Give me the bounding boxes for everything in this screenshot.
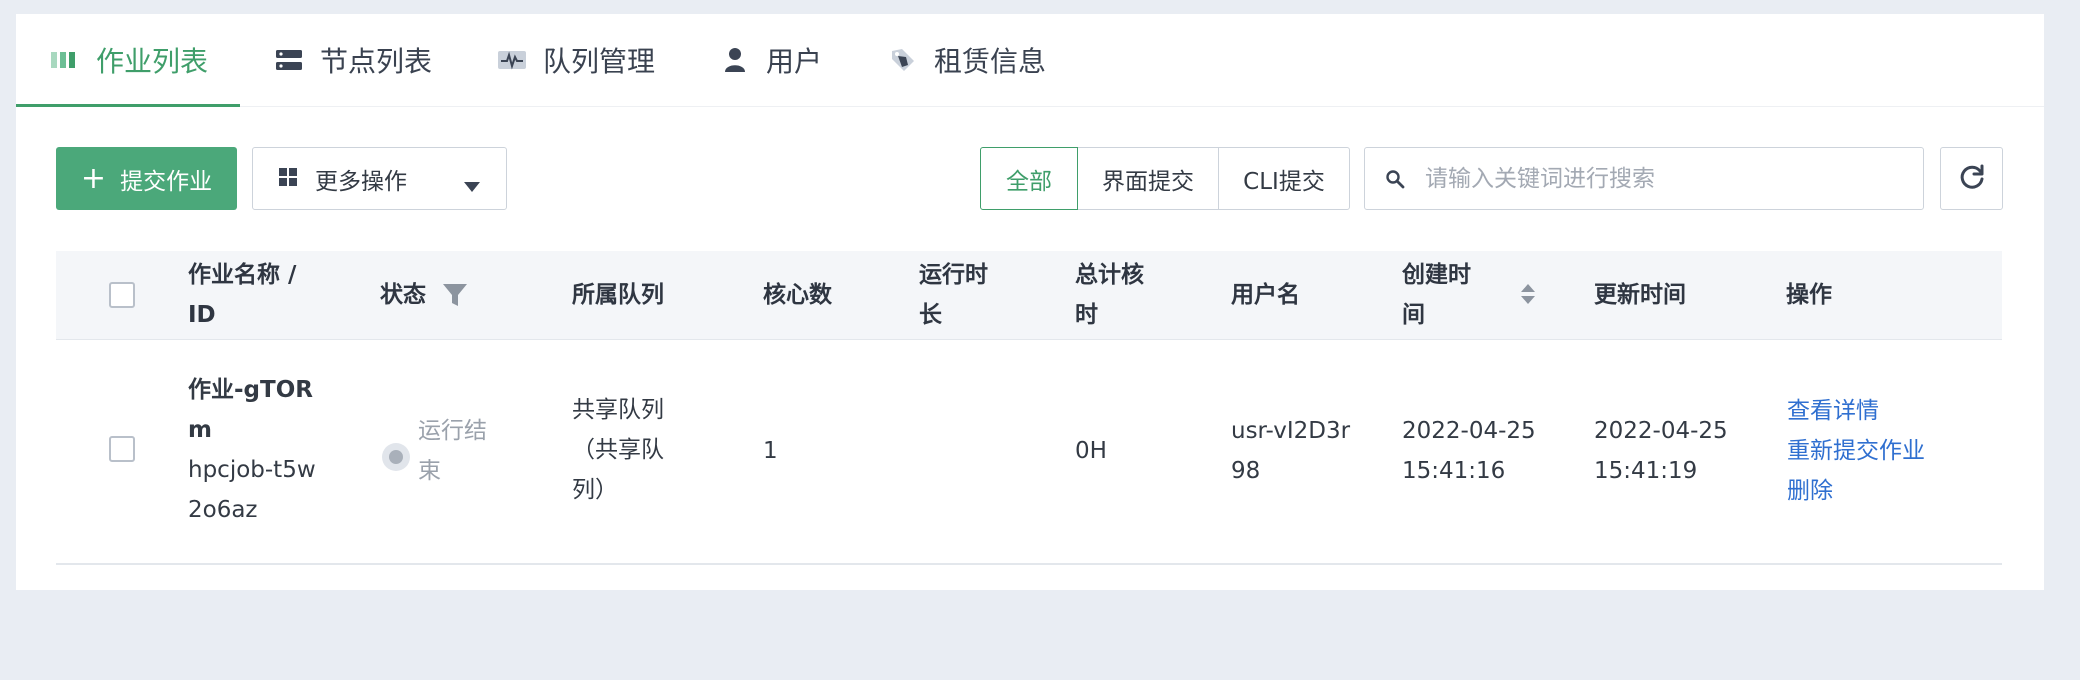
tab-label: 节点列表: [320, 45, 433, 78]
queue-cell: 共享队列（共享队列）: [572, 397, 664, 503]
active-tab-indicator: [16, 104, 240, 107]
search-icon: [1385, 169, 1405, 189]
refresh-icon: [1958, 163, 1986, 195]
tab-lease-info[interactable]: 租赁信息: [888, 14, 1046, 106]
main-panel: 作业列表 节点列表 队列管理 用户 租赁信息 + 提交作业 更多操作 全部 界面…: [16, 14, 2044, 590]
filter-label: 界面提交: [1102, 168, 1194, 195]
filter-cli-submit[interactable]: CLI提交: [1218, 147, 1350, 210]
column-header-created[interactable]: 创建时间: [1402, 251, 1484, 339]
column-header-label: 作业名称 / ID: [188, 262, 297, 328]
tab-queue-management[interactable]: 队列管理: [497, 14, 655, 106]
column-header-core-hours: 总计核时: [1075, 251, 1157, 339]
column-header-name: 作业名称 / ID: [188, 251, 308, 339]
tab-node-list[interactable]: 节点列表: [274, 14, 432, 106]
caret-down-icon: [464, 172, 480, 198]
search-box: [1364, 147, 1924, 210]
tab-job-list[interactable]: 作业列表: [50, 14, 208, 106]
updated-time-cell: 2022-04-25 15:41:19: [1594, 418, 1728, 484]
tab-label: 用户: [766, 45, 823, 78]
column-header-user: 用户名: [1231, 251, 1300, 339]
user-icon: [720, 45, 750, 75]
select-all-checkbox[interactable]: [109, 282, 135, 308]
tab-label: 作业列表: [96, 45, 209, 78]
grid-icon: [279, 166, 297, 192]
filter-all[interactable]: 全部: [980, 147, 1078, 210]
status-text: 运行结束: [418, 418, 487, 484]
tab-label: 队列管理: [543, 45, 656, 78]
column-header-label: 运行时长: [919, 262, 988, 328]
column-header-label: 更新时间: [1594, 282, 1686, 308]
column-header-label: 操作: [1786, 282, 1832, 308]
resubmit-job-link[interactable]: 重新提交作业: [1787, 431, 1987, 471]
filter-ui-submit[interactable]: 界面提交: [1077, 147, 1219, 210]
bar-columns-icon: [50, 45, 80, 75]
row-checkbox[interactable]: [109, 436, 135, 462]
tab-bar: 作业列表 节点列表 队列管理 用户 租赁信息: [16, 14, 2044, 107]
server-icon: [274, 45, 304, 75]
column-header-label: 用户名: [1231, 282, 1300, 308]
username-cell: usr-vI2D3r98: [1231, 418, 1351, 484]
filter-icon[interactable]: [442, 283, 468, 307]
column-header-queue: 所属队列: [572, 251, 664, 339]
tab-label: 租赁信息: [934, 45, 1047, 78]
tag-icon: [888, 45, 918, 75]
column-header-label: 总计核时: [1075, 262, 1144, 328]
delete-link[interactable]: 删除: [1787, 471, 1987, 511]
sort-icon[interactable]: [1520, 282, 1536, 310]
cores-cell: 1: [763, 438, 778, 464]
more-actions-dropdown[interactable]: 更多操作: [252, 147, 507, 210]
job-name[interactable]: 作业-gTORm: [188, 370, 316, 450]
search-input[interactable]: [1423, 164, 1907, 193]
column-header-label: 所属队列: [572, 282, 664, 308]
submit-job-label: 提交作业: [120, 168, 213, 195]
activity-monitor-icon: [497, 45, 527, 75]
job-id: hpcjob-t5w2o6az: [188, 457, 316, 523]
submit-source-filter: 全部 界面提交 CLI提交: [980, 147, 1350, 210]
job-name-cell: 作业-gTORm hpcjob-t5w2o6az: [188, 370, 316, 530]
column-header-label: 创建时间: [1402, 262, 1471, 328]
status-indicator-icon: [382, 443, 410, 471]
column-header-label: 核心数: [763, 282, 832, 308]
view-details-link[interactable]: 查看详情: [1787, 391, 1987, 431]
table-header: 作业名称 / ID 状态 所属队列 核心数 运行时长 总计核时 用户名 创建时间: [56, 251, 2002, 340]
filter-label: 全部: [1006, 168, 1052, 195]
column-header-label: 状态: [380, 282, 426, 308]
actions-cell: 查看详情 重新提交作业 删除: [1787, 391, 1987, 511]
column-header-runtime: 运行时长: [919, 251, 1001, 339]
created-time-cell: 2022-04-25 15:41:16: [1402, 418, 1536, 484]
plus-icon: +: [80, 160, 107, 196]
column-header-status: 状态: [380, 251, 468, 339]
column-header-actions: 操作: [1786, 251, 1832, 339]
more-actions-label: 更多操作: [315, 168, 407, 195]
refresh-button[interactable]: [1940, 147, 2003, 210]
filter-label: CLI提交: [1243, 168, 1325, 195]
table-row: 作业-gTORm hpcjob-t5w2o6az 运行结束 共享队列（共享队列）…: [56, 340, 2002, 565]
core-hours-cell: 0H: [1075, 438, 1107, 464]
tab-users[interactable]: 用户: [720, 14, 822, 106]
column-header-updated: 更新时间: [1594, 251, 1686, 339]
submit-job-button[interactable]: + 提交作业: [56, 147, 237, 210]
column-header-cores: 核心数: [763, 251, 832, 339]
